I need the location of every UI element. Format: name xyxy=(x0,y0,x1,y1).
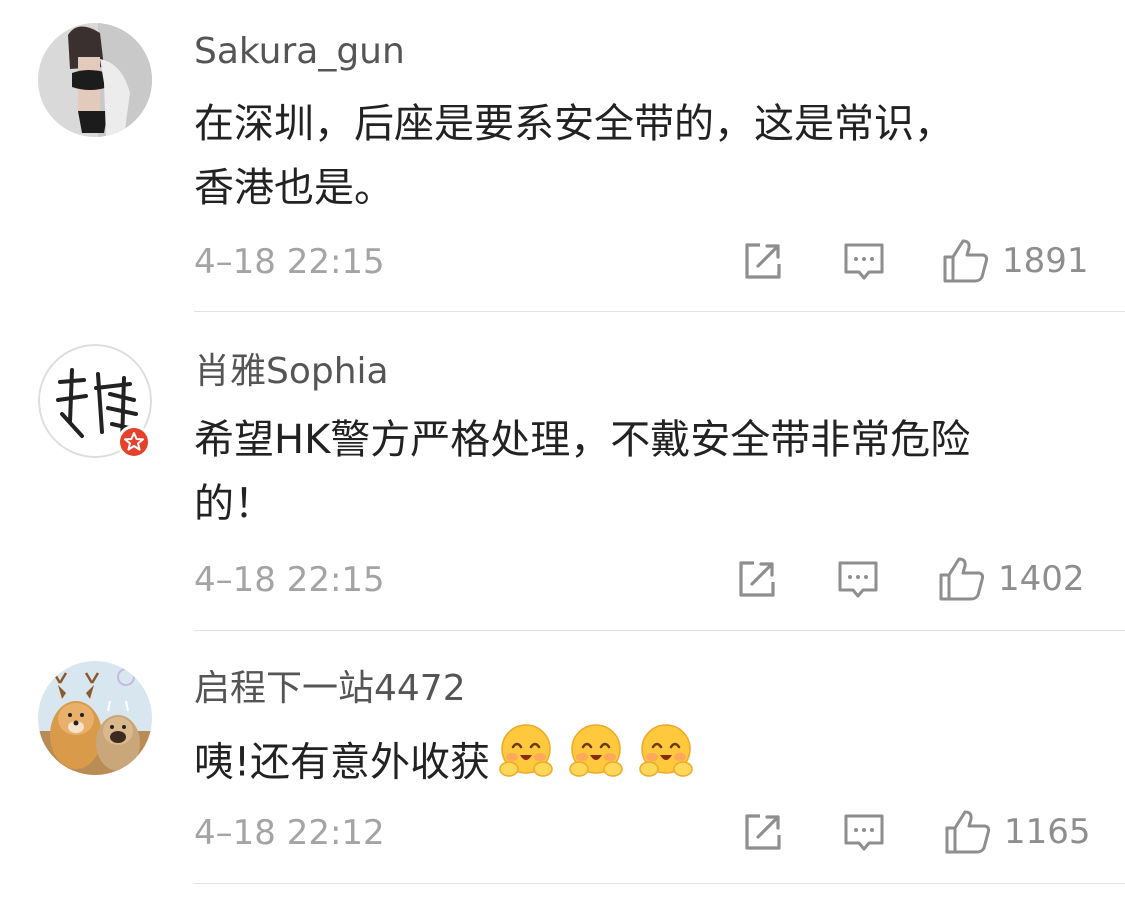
share-button[interactable] xyxy=(742,811,784,853)
username[interactable]: 启程下一站4472 xyxy=(194,667,466,711)
like-count: 1165 xyxy=(1004,812,1091,852)
thumbs-up-icon xyxy=(943,239,989,283)
timestamp: 4–18 22:12 xyxy=(194,813,385,853)
comment-icon xyxy=(838,561,878,598)
like-count: 1891 xyxy=(1002,241,1089,281)
thumbs-up-icon xyxy=(945,810,991,854)
reply-button[interactable] xyxy=(843,242,885,282)
share-icon xyxy=(745,814,781,850)
share-button[interactable] xyxy=(742,240,784,282)
comment-text-line: 在深圳，后座是要系安全带的，这是常识， xyxy=(194,101,954,147)
comment-text-line: 的！ xyxy=(194,481,274,527)
reply-button[interactable] xyxy=(837,560,879,600)
comment-text-span: 咦!还有意外收获 xyxy=(194,739,491,786)
comment-text-line: 香港也是。 xyxy=(194,165,394,211)
comment-text: 希望HK警方严格处理，不戴安全带非常危险 的！ xyxy=(194,408,1074,536)
hug-emoji-icon xyxy=(568,723,624,798)
username[interactable]: 肖雅Sophia xyxy=(194,350,389,394)
username[interactable]: Sakura_gun xyxy=(194,30,405,74)
comment-item: 启程下一站4472 咦!还有意外收获 4–18 22:12 1165 xyxy=(0,631,1125,904)
share-icon xyxy=(739,561,775,597)
share-button[interactable] xyxy=(736,558,778,600)
avatar[interactable] xyxy=(38,661,152,775)
avatar[interactable] xyxy=(38,23,152,137)
like-button[interactable]: 1891 xyxy=(942,238,1089,284)
reply-button[interactable] xyxy=(843,813,885,853)
comment-icon xyxy=(844,814,884,851)
photo-avatar-icon xyxy=(38,23,152,137)
avatar[interactable] xyxy=(38,344,152,459)
comment-text-line: 希望HK警方严格处理，不戴安全带非常危险 xyxy=(194,417,971,463)
timestamp: 4–18 22:15 xyxy=(194,560,385,600)
comment-text: 咦!还有意外收获 xyxy=(194,724,1074,802)
comment-icon xyxy=(844,243,884,280)
like-button[interactable]: 1165 xyxy=(944,809,1091,855)
comment-text: 在深圳，后座是要系安全带的，这是常识， 香港也是。 xyxy=(194,92,1074,220)
comment-item: 肖雅Sophia 希望HK警方严格处理，不戴安全带非常危险 的！ 4–18 22… xyxy=(0,312,1125,631)
timestamp: 4–18 22:15 xyxy=(194,242,385,282)
like-count: 1402 xyxy=(998,559,1085,599)
comment-text-line: 咦!还有意外收获 xyxy=(194,724,1074,802)
hug-emoji-icon xyxy=(498,723,554,798)
calligraphy-avatar-icon xyxy=(38,344,152,459)
comment-item: Sakura_gun 在深圳，后座是要系安全带的，这是常识， 香港也是。 4–1… xyxy=(0,0,1125,312)
hug-emoji-icon xyxy=(638,723,694,798)
divider xyxy=(194,883,1125,884)
dogs-avatar-icon xyxy=(38,661,152,775)
like-button[interactable]: 1402 xyxy=(938,556,1085,602)
thumbs-up-icon xyxy=(939,557,985,601)
share-icon xyxy=(745,243,781,279)
